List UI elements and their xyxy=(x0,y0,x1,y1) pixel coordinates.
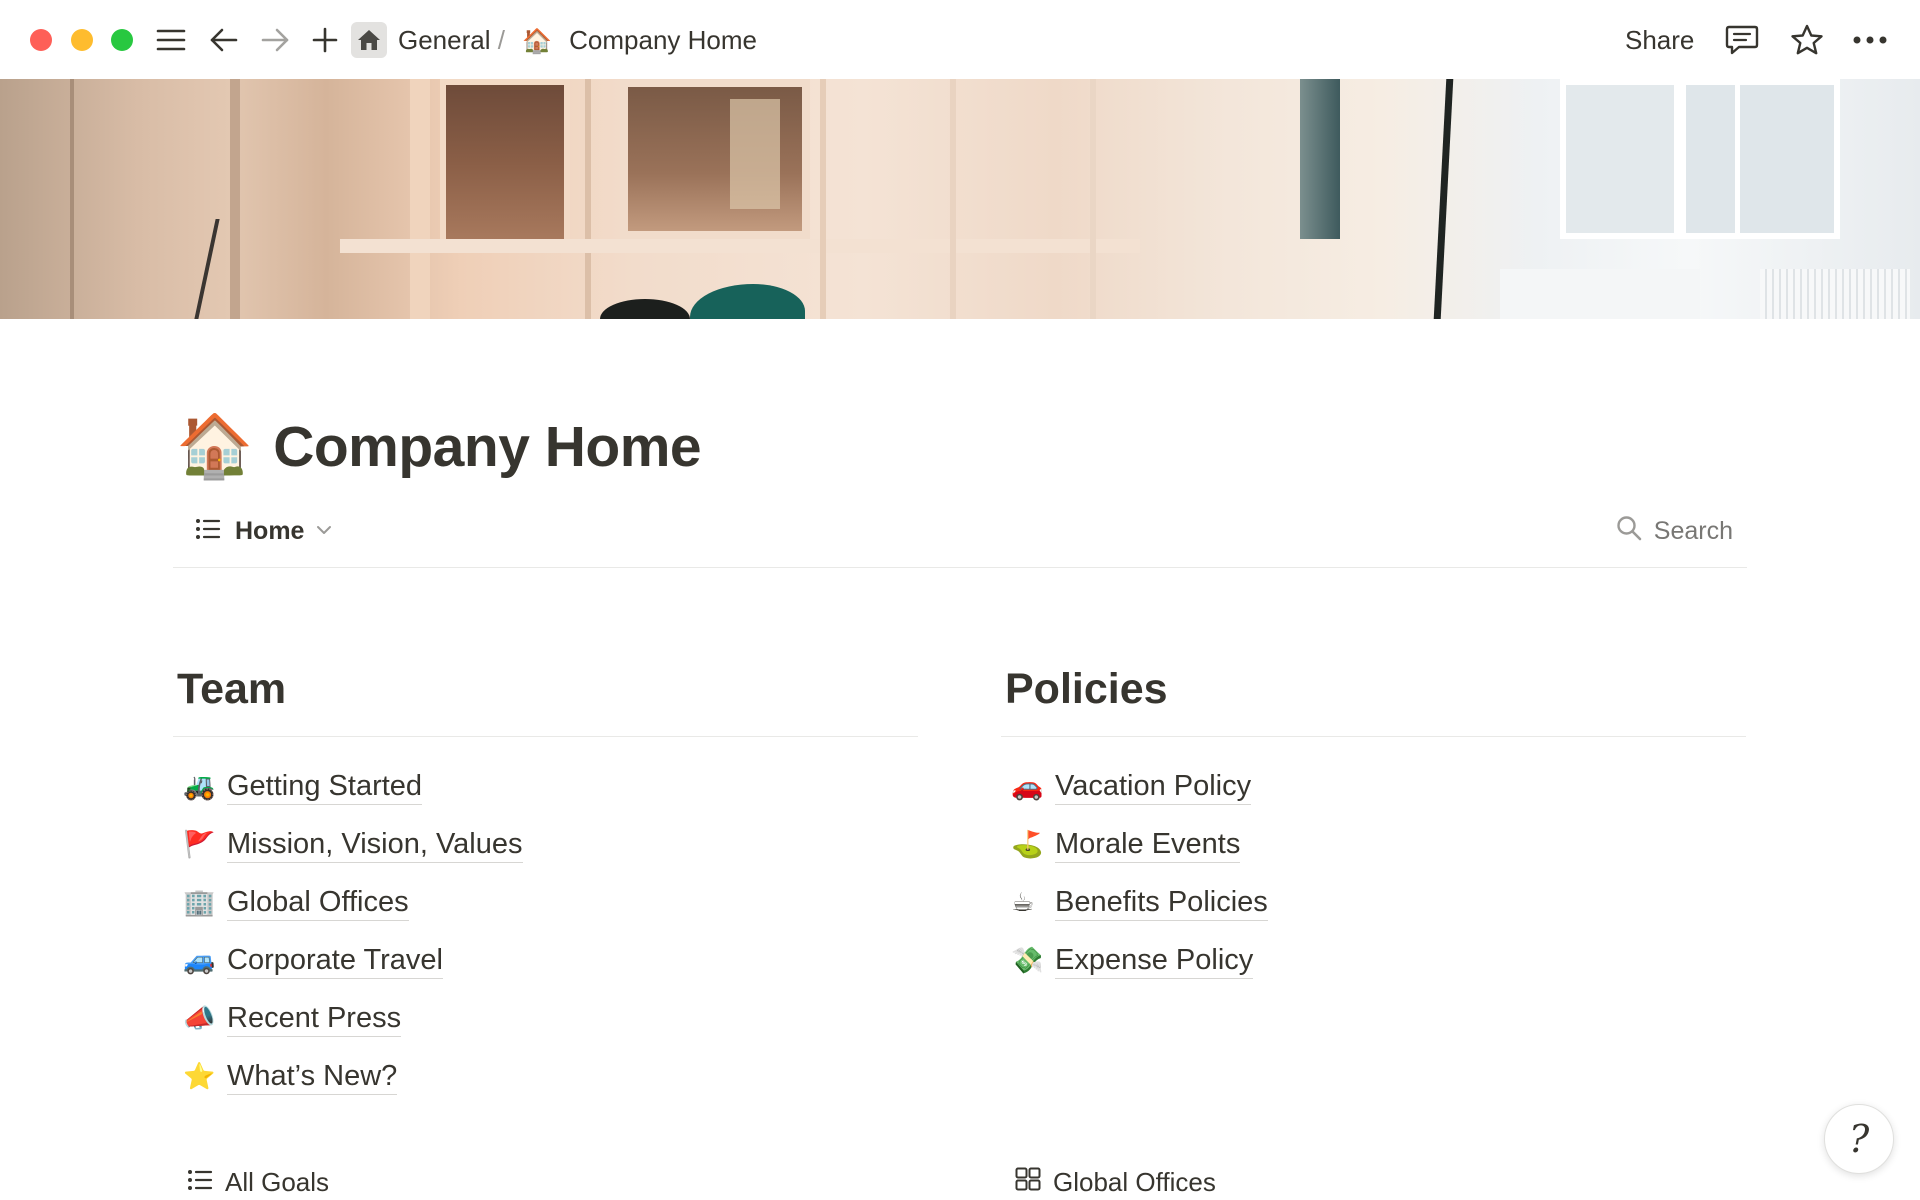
share-button[interactable]: Share xyxy=(1625,22,1694,58)
all-goals-label: All Goals xyxy=(225,1166,330,1197)
golf-flag-icon: ⛳ xyxy=(1011,829,1044,859)
policies-divider xyxy=(1001,736,1746,737)
gallery-grid-icon xyxy=(1015,1167,1041,1198)
chevron-down-icon xyxy=(316,522,332,540)
team-link-global-offices[interactable]: 🏢 Global Offices xyxy=(173,873,918,931)
policy-link-label[interactable]: Benefits Policies xyxy=(1055,884,1268,921)
megaphone-icon: 📣 xyxy=(183,1003,216,1033)
global-offices-database-title[interactable]: Global Offices xyxy=(1015,1164,1216,1200)
team-link-label[interactable]: Recent Press xyxy=(227,1000,402,1037)
team-link-mission[interactable]: 🚩 Mission, Vision, Values xyxy=(173,815,918,873)
policies-link-list: 🚗 Vacation Policy ⛳ Morale Events ☕ Bene… xyxy=(1001,757,1746,989)
help-button[interactable]: ? xyxy=(1824,1104,1894,1174)
office-building-icon: 🏢 xyxy=(183,887,216,917)
view-bar: Home Search xyxy=(173,510,1747,568)
breadcrumb-page[interactable]: 🏠 Company Home xyxy=(522,22,757,58)
favorite-star-icon[interactable] xyxy=(1789,20,1825,60)
tractor-icon: 🚜 xyxy=(183,771,216,801)
list-icon xyxy=(195,518,221,545)
star-icon: ⭐ xyxy=(183,1061,216,1091)
team-link-label[interactable]: Corporate Travel xyxy=(227,942,443,979)
window-zoom-button[interactable] xyxy=(111,29,133,51)
team-link-recent-press[interactable]: 📣 Recent Press xyxy=(173,989,918,1047)
breadcrumb-page-label: Company Home xyxy=(569,25,757,55)
team-link-corporate-travel[interactable]: 🚙 Corporate Travel xyxy=(173,931,918,989)
sidebar-menu-icon[interactable] xyxy=(155,20,187,60)
workspace-home-icon[interactable] xyxy=(351,22,387,58)
suv-car-icon: 🚙 xyxy=(183,945,216,975)
team-link-label[interactable]: Mission, Vision, Values xyxy=(227,826,523,863)
policy-link-label[interactable]: Vacation Policy xyxy=(1055,768,1252,805)
search-icon xyxy=(1616,515,1642,548)
team-heading: Team xyxy=(177,665,287,713)
policy-link-label[interactable]: Expense Policy xyxy=(1055,942,1254,979)
back-arrow-icon[interactable] xyxy=(208,20,240,60)
policies-heading: Policies xyxy=(1005,665,1168,713)
breadcrumb-separator: / xyxy=(497,25,505,55)
global-offices-label: Global Offices xyxy=(1053,1166,1216,1197)
search-button[interactable]: Search xyxy=(1616,510,1733,552)
policies-column: Policies 🚗 Vacation Policy ⛳ Morale Even… xyxy=(1001,660,1746,989)
title-bar: General / 🏠 Company Home Share xyxy=(0,0,1920,79)
breadcrumb-workspace-label: General xyxy=(398,25,491,55)
flag-icon: 🚩 xyxy=(183,829,216,859)
policy-link-label[interactable]: Morale Events xyxy=(1055,826,1241,863)
comments-icon[interactable] xyxy=(1724,20,1760,60)
page-house-icon[interactable]: 🏠 xyxy=(176,416,253,478)
all-goals-database-title[interactable]: All Goals xyxy=(187,1164,329,1200)
breadcrumb-workspace[interactable]: General / xyxy=(398,22,505,58)
more-dots-icon[interactable] xyxy=(1852,20,1888,60)
team-link-list: 🚜 Getting Started 🚩 Mission, Vision, Val… xyxy=(173,757,918,1105)
team-link-label[interactable]: What’s New? xyxy=(227,1058,398,1095)
list-icon xyxy=(187,1167,213,1198)
window-minimize-button[interactable] xyxy=(71,29,93,51)
page-cover-image xyxy=(0,79,1920,319)
team-column: Team 🚜 Getting Started 🚩 Mission, Vision… xyxy=(173,660,918,1105)
search-label: Search xyxy=(1653,516,1733,545)
policy-link-vacation[interactable]: 🚗 Vacation Policy xyxy=(1001,757,1746,815)
new-page-plus-icon[interactable] xyxy=(311,20,339,60)
coffee-cup-icon: ☕ xyxy=(1011,887,1035,917)
view-tab-label: Home xyxy=(235,516,305,545)
red-car-icon: 🚗 xyxy=(1011,771,1044,801)
view-tab-home[interactable]: Home xyxy=(195,510,332,552)
policy-link-benefits[interactable]: ☕ Benefits Policies xyxy=(1001,873,1746,931)
team-link-label[interactable]: Getting Started xyxy=(227,768,423,805)
house-icon: 🏠 xyxy=(522,28,552,55)
team-divider xyxy=(173,736,918,737)
team-link-getting-started[interactable]: 🚜 Getting Started xyxy=(173,757,918,815)
policy-link-expense[interactable]: 💸 Expense Policy xyxy=(1001,931,1746,989)
help-question-icon: ? xyxy=(1848,1117,1870,1161)
window-close-button[interactable] xyxy=(30,29,52,51)
policy-link-morale-events[interactable]: ⛳ Morale Events xyxy=(1001,815,1746,873)
page-title[interactable]: Company Home xyxy=(273,414,701,480)
forward-arrow-icon[interactable] xyxy=(259,20,291,60)
team-link-label[interactable]: Global Offices xyxy=(227,884,409,921)
team-link-whats-new[interactable]: ⭐ What’s New? xyxy=(173,1047,918,1105)
money-wings-icon: 💸 xyxy=(1011,945,1044,975)
page-title-block: 🏠 Company Home xyxy=(176,405,702,489)
